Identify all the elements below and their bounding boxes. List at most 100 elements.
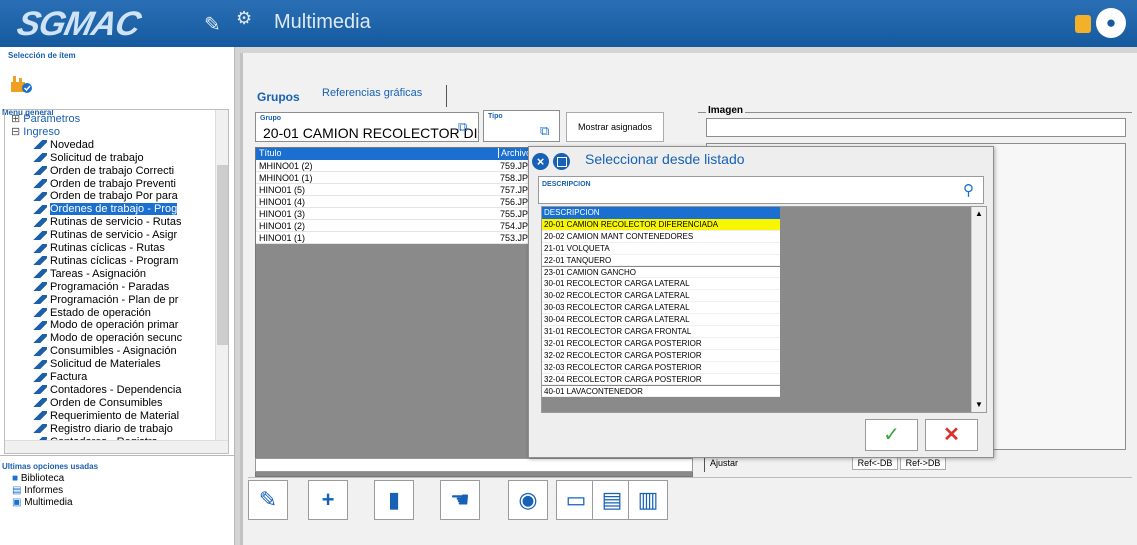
list-item[interactable]: 30-04 RECOLECTOR CARGA LATERAL — [542, 314, 780, 326]
sidebar-item[interactable]: ⊞ Parámetros — [11, 113, 80, 126]
list-item[interactable]: 20-01 CAMION RECOLECTOR DIFERENCIADA — [542, 218, 780, 231]
list-vertical-scrollbar[interactable]: ▲ ▼ — [971, 207, 986, 412]
sidebar-item[interactable]: Rutinas cíclicas - Program — [33, 255, 178, 268]
list-item[interactable]: 30-03 RECOLECTOR CARGA LATERAL — [542, 302, 780, 315]
splitter[interactable] — [240, 53, 243, 545]
description-search-input[interactable]: DESCRIPCION ⚲ — [538, 176, 984, 204]
sidebar-item[interactable]: Rutinas de servicio - Asigr — [33, 229, 177, 242]
search-icon[interactable]: ⚲ — [963, 181, 974, 199]
list-item[interactable]: 31-01 RECOLECTOR CARGA FRONTAL — [542, 326, 780, 338]
list-item[interactable]: 20-02 CAMION MANT CONTENEDORES — [542, 230, 780, 243]
sidebar-item[interactable]: Modo de operación secunc — [33, 332, 182, 345]
sidebar-item[interactable]: Modo de operación primar — [33, 319, 178, 332]
trash-icon[interactable]: ▮ — [374, 480, 414, 520]
list-item[interactable]: 30-02 RECOLECTOR CARGA LATERAL — [542, 290, 780, 303]
pencil-icon — [33, 398, 47, 408]
sidebar-item[interactable]: Orden de trabajo Preventi — [33, 178, 176, 191]
sidebar-item[interactable]: Contadores - Dependencia — [33, 384, 181, 397]
sidebar-item-label: Orden de trabajo Correcti — [50, 164, 175, 177]
sidebar-item[interactable]: Ordenes de trabajo - Prog — [33, 203, 178, 216]
tree-vertical-scrollbar[interactable] — [215, 110, 228, 440]
list-item[interactable]: 32-03 RECOLECTOR CARGA POSTERIOR — [542, 361, 780, 374]
eye-icon[interactable]: ◉ — [508, 480, 548, 520]
list-header[interactable]: DESCRIPCION — [542, 207, 780, 219]
sidebar-item[interactable]: Estado de operación — [33, 307, 151, 320]
sidebar-item[interactable]: Rutinas de servicio - Rutas — [33, 216, 181, 229]
last-used-item[interactable]: ■ Biblioteca — [12, 473, 73, 485]
sidebar-item-label: Consumibles - Asignación — [50, 345, 177, 358]
show-assigned-button[interactable]: Mostrar asignados — [566, 112, 664, 142]
pencil-icon — [33, 372, 47, 382]
arrow-up-icon[interactable]: ▲ — [975, 209, 983, 218]
last-used-title: Ultimas opciones usadas — [2, 462, 99, 471]
file-icon[interactable]: ▤ — [592, 480, 632, 520]
sidebar-item[interactable]: Factura — [33, 371, 87, 384]
sidebar-item-label: Ingreso — [23, 125, 60, 138]
pencil-icon — [33, 295, 47, 305]
column-header[interactable]: Título — [259, 148, 282, 158]
imagen-input[interactable] — [706, 118, 1126, 137]
scroll-thumb[interactable] — [217, 165, 228, 345]
pencil-icon — [33, 333, 47, 343]
lock-icon[interactable] — [1075, 15, 1091, 33]
sidebar-item[interactable]: Solicitud de trabajo — [33, 152, 144, 165]
pencil-icon — [33, 282, 47, 292]
tree-horizontal-scrollbar[interactable] — [5, 440, 228, 453]
ref-from-db-button[interactable]: Ref<-DB — [852, 456, 898, 470]
pin-icon[interactable]: ✎ — [204, 12, 226, 36]
sidebar-item[interactable]: Orden de trabajo Correcti — [33, 165, 174, 178]
sidebar-item[interactable]: Programación - Paradas — [33, 281, 169, 294]
list-item[interactable]: 23-01 CAMION GANCHO — [542, 266, 780, 279]
table-cell: 758.JP — [500, 173, 529, 183]
grupo-value: 20-01 CAMION RECOLECTOR DI — [263, 125, 478, 141]
maximize-icon[interactable] — [553, 153, 570, 170]
ajustar-checkbox[interactable]: Ajustar — [710, 458, 738, 468]
pencil-icon[interactable]: ✎ — [248, 480, 288, 520]
sidebar-item[interactable]: Tareas - Asignación — [33, 268, 146, 281]
arrow-down-icon[interactable]: ▼ — [975, 400, 983, 409]
divider — [248, 477, 1132, 478]
plus-icon[interactable]: + — [308, 480, 348, 520]
table-horizontal-scrollbar[interactable] — [255, 458, 693, 472]
sidebar-item[interactable]: Consumibles - Asignación — [33, 345, 177, 358]
user-icon[interactable]: ● — [1096, 8, 1126, 38]
factory-icon — [10, 74, 32, 94]
sidebar-item[interactable]: Orden de trabajo Por para — [33, 190, 178, 203]
hand-icon[interactable]: ☚ — [440, 480, 480, 520]
list-item[interactable]: 30-01 RECOLECTOR CARGA LATERAL — [542, 278, 780, 291]
list-item[interactable]: 21-01 VOLQUETA — [542, 242, 780, 255]
list-item[interactable]: 32-02 RECOLECTOR CARGA POSTERIOR — [542, 349, 780, 362]
last-used-item[interactable]: ▤ Informes — [12, 485, 73, 497]
sidebar-item[interactable]: Requerimiento de Material — [33, 410, 179, 423]
lookup-icon[interactable]: ⧉ — [458, 119, 474, 135]
note-icon[interactable]: ▭ — [556, 480, 596, 520]
printer-icon[interactable]: ▥ — [628, 480, 668, 520]
tipo-field[interactable]: Tipo ⧉ — [483, 110, 560, 142]
list-item[interactable]: 32-01 RECOLECTOR CARGA POSTERIOR — [542, 337, 780, 350]
table-cell: 756.JP — [500, 197, 529, 207]
sidebar-item[interactable]: Solicitud de Materiales — [33, 358, 161, 371]
close-icon[interactable]: × — [532, 153, 549, 170]
list-item[interactable]: 40-01 LAVACONTENEDOR — [542, 385, 780, 398]
sidebar-item[interactable]: Registro diario de trabajo — [33, 423, 173, 436]
list-item[interactable]: 32-04 RECOLECTOR CARGA POSTERIOR — [542, 373, 780, 386]
pencil-icon — [33, 230, 47, 240]
confirm-button[interactable]: ✓ — [865, 419, 918, 451]
sidebar-item[interactable]: Programación - Plan de pr — [33, 294, 178, 307]
tab-referencias[interactable]: Referencias gráficas — [322, 87, 422, 99]
ref-to-db-button[interactable]: Ref->DB — [900, 456, 946, 470]
column-header[interactable]: Archivo — [498, 148, 531, 158]
cancel-button[interactable]: ✕ — [925, 419, 978, 451]
pencil-icon — [33, 385, 47, 395]
grupo-field[interactable]: Grupo 20-01 CAMION RECOLECTOR DI ⧉ — [255, 112, 479, 142]
last-used-item[interactable]: ▣ Multimedia — [12, 497, 73, 509]
lookup-icon[interactable]: ⧉ — [540, 123, 556, 139]
list-item[interactable]: 22-01 TANQUERO — [542, 254, 780, 267]
sidebar-item[interactable]: Rutinas cíclicas - Rutas — [33, 242, 165, 255]
table-cell: 754.JP — [500, 221, 529, 231]
tab-grupos[interactable]: Grupos — [257, 90, 300, 104]
sidebar-item[interactable]: Orden de Consumibles — [33, 397, 163, 410]
sidebar-item[interactable]: ⊟ Ingreso — [11, 126, 60, 139]
sidebar-item[interactable]: Novedad — [33, 139, 94, 152]
table-cell: HINO01 (2) — [259, 221, 306, 231]
